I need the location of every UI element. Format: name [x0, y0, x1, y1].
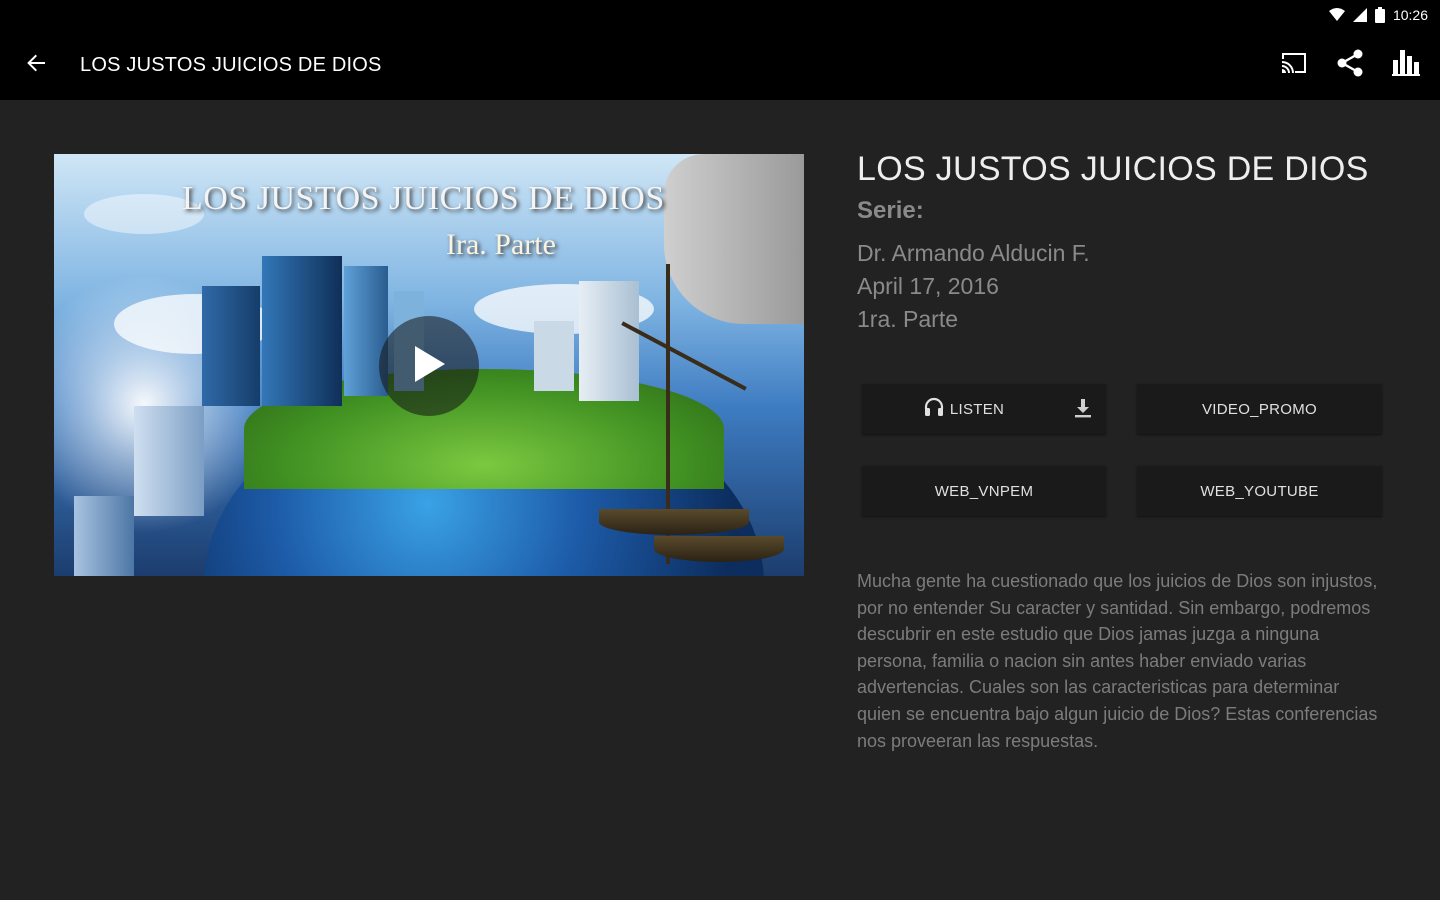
- battery-icon: [1374, 7, 1385, 23]
- download-icon[interactable]: [1072, 397, 1094, 423]
- date-text: April 17, 2016: [857, 273, 999, 299]
- thumbnail-building: [534, 321, 574, 391]
- video-promo-button[interactable]: VIDEO_PROMO: [1137, 384, 1382, 434]
- thumbnail-caption-title: LOS JUSTOS JUICIOS DE DIOS: [182, 180, 665, 217]
- part-text: 1ra. Parte: [857, 306, 958, 332]
- listen-button-content: LISTEN: [924, 397, 1004, 421]
- detail-panel: LOS JUSTOS JUICIOS DE DIOS Serie: Dr. Ar…: [857, 150, 1397, 336]
- signal-icon: [1352, 8, 1367, 22]
- clock: 10:26: [1392, 7, 1428, 23]
- play-button[interactable]: [379, 316, 479, 416]
- thumbnail-building: [74, 496, 134, 576]
- web-vnpem-button[interactable]: WEB_VNPEM: [862, 466, 1106, 516]
- share-icon: [1336, 49, 1364, 82]
- thumbnail-arm: [664, 154, 804, 324]
- play-icon: [411, 344, 447, 389]
- thumbnail-scale-pan: [599, 509, 749, 535]
- arrow-left-icon: [26, 53, 46, 78]
- series-label: Serie:: [857, 197, 924, 224]
- sermon-meta: Dr. Armando Alducin F. April 17, 2016 1r…: [857, 237, 1397, 336]
- stats-button[interactable]: [1378, 37, 1434, 93]
- thumbnail-caption-part: Ira. Parte: [446, 228, 556, 261]
- app-actions: [1266, 37, 1440, 93]
- headphones-icon: [924, 397, 944, 421]
- share-button[interactable]: [1322, 37, 1378, 93]
- cast-icon: [1280, 51, 1308, 80]
- thumbnail-scale-pan: [654, 536, 784, 562]
- app-title: LOS JUSTOS JUICIOS DE DIOS: [80, 53, 382, 76]
- thumbnail-building: [262, 256, 342, 406]
- sermon-description: Mucha gente ha cuestionado que los juici…: [857, 571, 1378, 751]
- thumbnail-scale-beam: [621, 321, 747, 391]
- sermon-title: LOS JUSTOS JUICIOS DE DIOS: [857, 150, 1369, 188]
- thumbnail-building: [134, 406, 204, 516]
- bar-chart-icon: [1392, 49, 1420, 81]
- app-bar: LOS JUSTOS JUICIOS DE DIOS: [0, 30, 1440, 100]
- back-button[interactable]: [0, 30, 72, 100]
- thumbnail-building: [202, 286, 260, 406]
- cast-button[interactable]: [1266, 37, 1322, 93]
- wifi-icon: [1328, 8, 1345, 22]
- listen-label: LISTEN: [949, 400, 1005, 418]
- thumbnail-building: [579, 281, 639, 401]
- author-text: Dr. Armando Alducin F.: [857, 240, 1090, 266]
- status-bar: 10:26: [0, 0, 1440, 30]
- listen-button[interactable]: LISTEN: [862, 384, 1106, 434]
- web-youtube-button[interactable]: WEB_YOUTUBE: [1137, 466, 1382, 516]
